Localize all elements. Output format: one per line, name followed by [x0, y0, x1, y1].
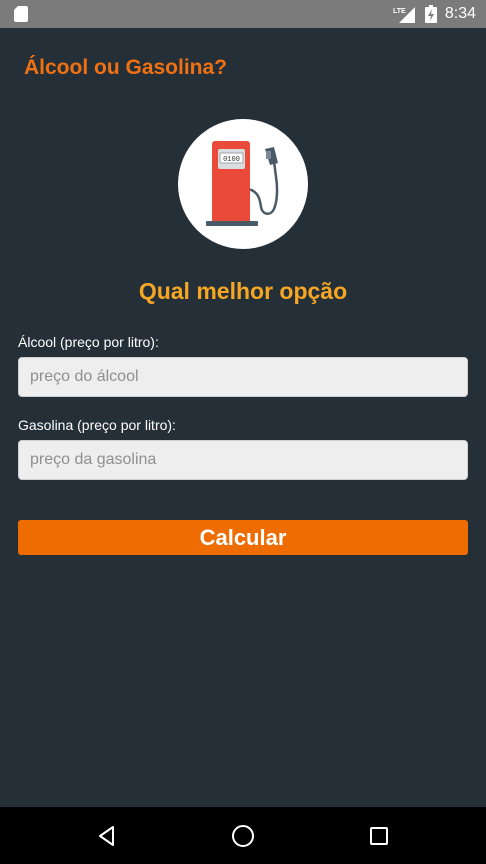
- navigation-bar: [0, 807, 486, 864]
- status-time: 8:34: [444, 5, 476, 22]
- fuel-pump-icon: 0100: [206, 141, 279, 226]
- gasolina-price-input[interactable]: [18, 440, 468, 480]
- nav-home-button[interactable]: [213, 807, 273, 864]
- sd-card-icon: [14, 6, 28, 22]
- recent-apps-square-icon: [370, 826, 388, 845]
- home-circle-icon: [232, 824, 254, 847]
- nav-back-button[interactable]: [77, 807, 137, 864]
- status-icons: LTE 8:34: [393, 0, 476, 28]
- nav-recent-apps-button[interactable]: [349, 807, 409, 864]
- alcool-price-input[interactable]: [18, 357, 468, 397]
- app-logo: 0100: [178, 119, 308, 249]
- subtitle: Qual melhor opção: [138, 278, 348, 304]
- calcular-button[interactable]: Calcular: [18, 520, 468, 555]
- status-bar: LTE 8:34: [0, 0, 486, 28]
- lte-signal-icon: LTE: [393, 7, 415, 23]
- pump-counter: 0100: [223, 156, 240, 164]
- network-label: LTE: [393, 8, 406, 15]
- app-title: Álcool ou Gasolina?: [24, 56, 228, 79]
- back-triangle-icon: [99, 825, 114, 846]
- gasolina-label: Gasolina (preço por litro):: [18, 417, 176, 433]
- alcool-label: Álcool (preço por litro):: [18, 334, 159, 350]
- battery-charging-icon: [424, 5, 437, 23]
